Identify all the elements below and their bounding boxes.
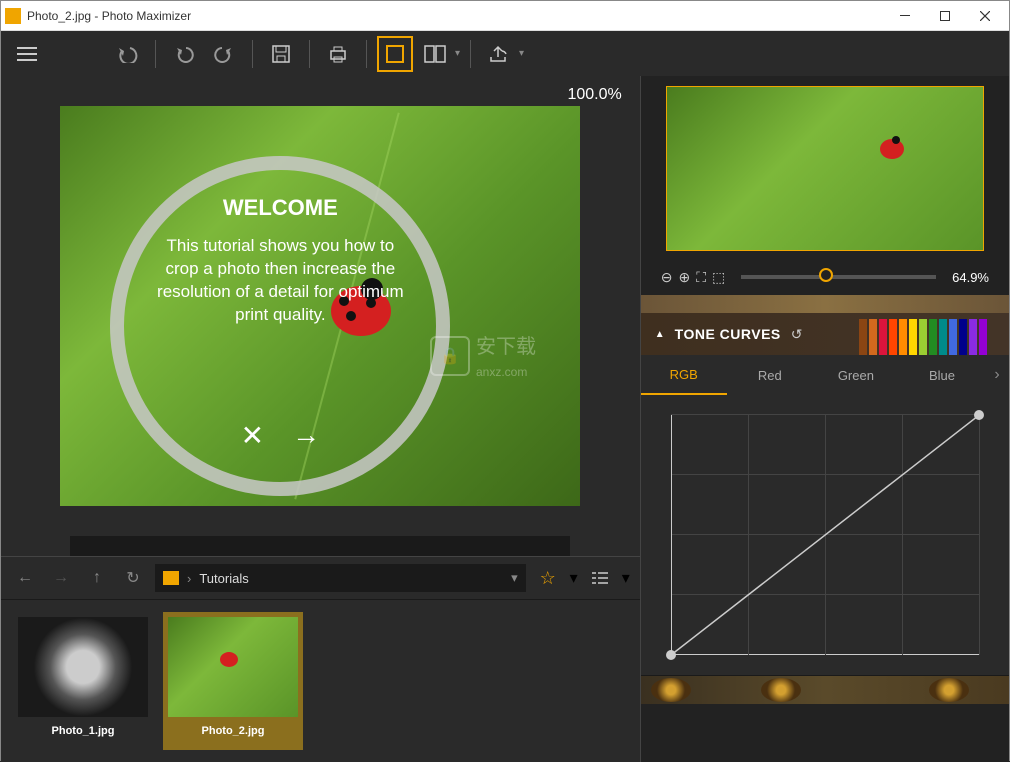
preview-zoom-label: 64.9% <box>952 270 989 285</box>
thumbnail-item[interactable]: Photo_2.jpg <box>163 612 303 750</box>
folder-icon <box>163 571 179 585</box>
tutorial-close-button[interactable]: ✕ <box>241 419 264 452</box>
thumbnail-label: Photo_1.jpg <box>52 725 115 743</box>
preview-thumbnail[interactable] <box>666 86 984 251</box>
menu-button[interactable] <box>9 36 45 72</box>
path-label: Tutorials <box>199 571 248 586</box>
main-photo[interactable]: WELCOME This tutorial shows you how to c… <box>60 106 580 506</box>
tutorial-body: This tutorial shows you how to crop a ph… <box>154 235 406 327</box>
nav-up-button[interactable]: ↑ <box>83 564 111 592</box>
favorites-button[interactable]: ☆ <box>534 564 562 592</box>
sharpness-teaser[interactable] <box>641 676 1009 704</box>
collapse-icon: ▲ <box>655 329 665 340</box>
tab-rgb[interactable]: RGB <box>641 355 727 395</box>
tutorial-next-button[interactable]: → <box>292 419 320 452</box>
curve-editor[interactable] <box>641 395 1009 675</box>
nav-forward-button[interactable]: → <box>47 564 75 592</box>
thumbnail-image <box>168 617 298 717</box>
fit-screen-icon[interactable]: ⛶ <box>696 269 706 286</box>
tabs-next-icon[interactable]: › <box>985 366 1009 384</box>
tab-blue[interactable]: Blue <box>899 355 985 395</box>
tab-red[interactable]: Red <box>727 355 813 395</box>
print-button[interactable] <box>320 36 356 72</box>
view-options-dropdown-icon[interactable]: ▾ <box>622 568 630 588</box>
curve-line <box>671 415 979 655</box>
pencils-decoration <box>859 313 1009 355</box>
preview-zoom-controls: ⊖ ⊕ ⛶ ⬚ 64.9% <box>641 259 1009 295</box>
path-selector[interactable]: › Tutorials ▾ <box>155 564 526 592</box>
tone-curves-header[interactable]: ▲ TONE CURVES ↺ <box>641 313 1009 355</box>
undo-button[interactable] <box>166 36 202 72</box>
thumbnail-image <box>18 617 148 717</box>
editor-panel: 100.0% WELCOME This tutorial shows you h… <box>1 76 640 762</box>
maximize-button[interactable] <box>925 2 965 30</box>
thumbnail-strip: Photo_1.jpg Photo_2.jpg <box>1 600 640 762</box>
canvas-area: 100.0% WELCOME This tutorial shows you h… <box>1 76 640 536</box>
tutorial-heading: WELCOME <box>223 195 338 221</box>
split-view-button[interactable] <box>417 36 453 72</box>
file-browser-nav: ← → ↑ ↻ › Tutorials ▾ ☆ ▾ ▾ <box>1 556 640 600</box>
zoom-in-icon[interactable]: ⊕ <box>678 269 690 286</box>
curve-point-end[interactable] <box>974 410 984 420</box>
share-dropdown-icon[interactable]: ▾ <box>519 48 524 59</box>
zoom-label: 100.0% <box>567 86 621 104</box>
zoom-slider-handle[interactable] <box>819 268 833 282</box>
tone-curves-section: ▲ TONE CURVES ↺ RGB Red Green Blue <box>641 313 1009 676</box>
favorites-dropdown-icon[interactable]: ▾ <box>570 568 578 588</box>
redo-button[interactable] <box>206 36 242 72</box>
tutorial-overlay: WELCOME This tutorial shows you how to c… <box>110 156 450 496</box>
panel-title: TONE CURVES <box>675 326 781 342</box>
view-dropdown-icon[interactable]: ▾ <box>455 48 460 59</box>
window-titlebar: Photo_2.jpg - Photo Maximizer <box>1 1 1009 31</box>
nav-refresh-button[interactable]: ↻ <box>119 564 147 592</box>
main-toolbar: ▾ ▾ <box>1 31 1009 76</box>
single-view-button[interactable] <box>377 36 413 72</box>
zoom-slider[interactable] <box>741 275 936 279</box>
undo-all-button[interactable] <box>109 36 145 72</box>
thumbnail-label: Photo_2.jpg <box>202 725 265 743</box>
minimize-button[interactable] <box>885 2 925 30</box>
nav-back-button[interactable]: ← <box>11 564 39 592</box>
app-icon <box>5 8 21 24</box>
save-button[interactable] <box>263 36 299 72</box>
zoom-out-icon[interactable]: ⊖ <box>661 269 673 286</box>
window-title: Photo_2.jpg - Photo Maximizer <box>27 9 885 23</box>
thumbnail-item[interactable]: Photo_1.jpg <box>13 612 153 750</box>
curve-tabs: RGB Red Green Blue › <box>641 355 1009 395</box>
view-options-button[interactable] <box>586 564 614 592</box>
reset-icon[interactable]: ↺ <box>791 326 803 343</box>
curve-point-start[interactable] <box>666 650 676 660</box>
properties-panel: ⊖ ⊕ ⛶ ⬚ 64.9% ▲ TONE CURVES ↺ <box>640 76 1009 762</box>
close-button[interactable] <box>965 2 1005 30</box>
share-button[interactable] <box>481 36 517 72</box>
actual-size-icon[interactable]: ⬚ <box>712 269 725 286</box>
tab-green[interactable]: Green <box>813 355 899 395</box>
